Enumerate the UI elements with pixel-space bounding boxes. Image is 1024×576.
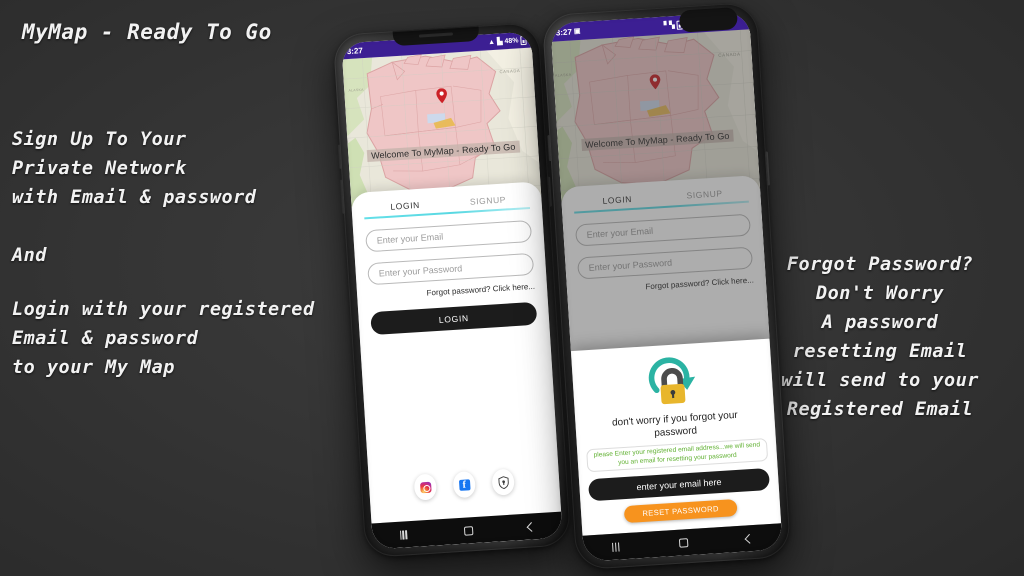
password-input[interactable]: Enter your Password (577, 246, 754, 280)
status-time: 3:27 (346, 45, 364, 56)
secure-login-button[interactable] (491, 468, 515, 496)
map-graphic: CANADA ALASKA (551, 29, 761, 202)
phone-mockup-left: 3:27 ▲ ▙ 48% CANADA ALASKA Welcome To My… (332, 22, 572, 558)
email-input[interactable]: Enter your Email (365, 219, 533, 253)
facebook-login-button[interactable]: f (452, 470, 477, 499)
status-time: 3:27 (555, 26, 573, 37)
promo-signup-text: Sign Up To Your Private Network with Ema… (12, 129, 257, 208)
map-pin-icon (436, 88, 447, 104)
social-login-row: f (369, 466, 560, 504)
phone1-screen: 3:27 ▲ ▙ 48% CANADA ALASKA Welcome To My… (341, 31, 563, 550)
screenshot-canvas: MyMap - Ready To Go Sign Up To Your Priv… (0, 0, 1024, 576)
signal-bars-icon: ▘▚ (663, 21, 675, 30)
facebook-icon: f (458, 478, 471, 491)
promo-forgot-password-text: Forgot Password? Don't Worry A password … (781, 254, 979, 420)
forgot-password-modal: don't worry if you forgot your password … (570, 338, 782, 536)
power-button[interactable] (764, 151, 770, 186)
auth-tabs: LOGIN SIGNUP (363, 191, 531, 220)
reset-password-button[interactable]: RESET PASSWORD (624, 499, 738, 524)
instagram-login-button[interactable] (413, 473, 438, 501)
forgot-password-link[interactable]: Forgot password? Click here... (369, 282, 535, 301)
auth-tabs: LOGIN SIGNUP (573, 185, 749, 214)
back-icon[interactable] (744, 533, 755, 544)
recents-icon[interactable] (399, 529, 409, 540)
page-title: MyMap - Ready To Go (22, 20, 272, 44)
map-pin-icon (650, 74, 661, 90)
volume-up-button[interactable] (337, 144, 343, 169)
reset-lock-graphic (581, 351, 765, 414)
volume-down-button[interactable] (339, 179, 345, 214)
password-input[interactable]: Enter your Password (367, 252, 535, 286)
forgot-password-link[interactable]: Forgot password? Click here... (579, 276, 754, 296)
shield-icon (497, 475, 509, 489)
promo-login-text: Login with your registered Email & passw… (12, 299, 315, 378)
auth-sheet: LOGIN SIGNUP Enter your Email Enter your… (350, 181, 563, 550)
screenshot-icon: ▣ (573, 27, 581, 35)
modal-headline: don't worry if you forgot your password (611, 409, 739, 440)
volume-up-button[interactable] (547, 134, 552, 162)
signal-bars-icon: ▙ (496, 37, 503, 46)
phone-notch (678, 7, 739, 33)
modal-instruction-note: please Enter your registered email addre… (586, 438, 769, 473)
instagram-icon (419, 481, 432, 493)
login-button[interactable]: LOGIN (370, 301, 538, 336)
home-icon[interactable] (463, 525, 473, 536)
reset-lock-icon (648, 357, 695, 405)
phone-mockup-right: 3:27 ▣ ▘▚ CANADA ALASKA Welcome To MyMap… (541, 1, 792, 571)
email-input[interactable]: Enter your Email (574, 213, 752, 247)
status-battery-percent: 48% (504, 36, 519, 45)
wifi-icon: ▲ (487, 38, 496, 46)
home-icon[interactable] (678, 537, 689, 548)
battery-icon (520, 35, 527, 45)
recents-icon[interactable] (611, 541, 622, 552)
map-view[interactable]: CANADA ALASKA Welcome To MyMap - Ready T… (551, 29, 761, 202)
back-icon[interactable] (526, 521, 536, 532)
reset-email-input[interactable]: enter your email here (587, 467, 771, 502)
phone2-screen: 3:27 ▣ ▘▚ CANADA ALASKA Welcome To MyMap… (550, 11, 783, 562)
promo-and-text: And (12, 245, 47, 266)
